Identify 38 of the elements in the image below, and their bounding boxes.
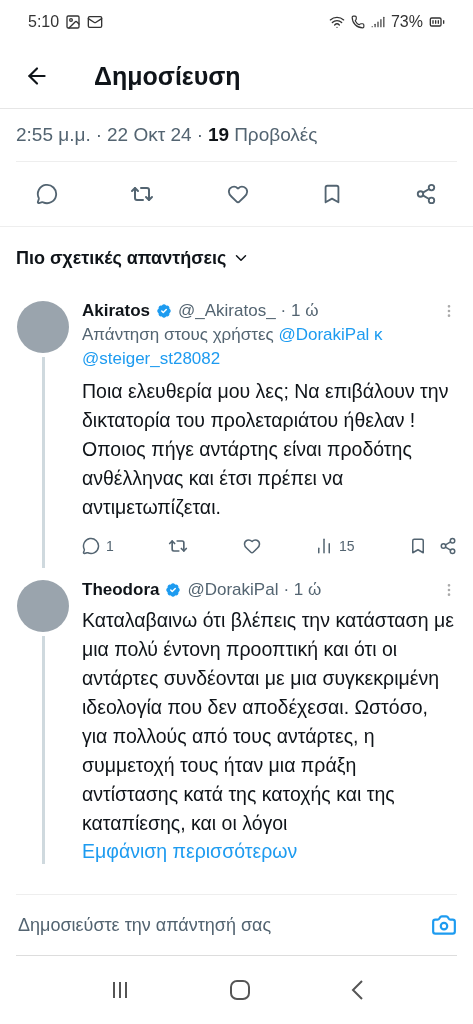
- post-text: Καταλαβαινω ότι βλέπεις την κατάσταση με μια πολύ έντονη προοπτική και ότι οι αντάρτες συνδέονται με μια συγκεκριμένη ιδεολογία που δεν αποδέχεσαι. Ωστόσο, για πολλούς από τους αντάρτες, η συμμετοχή τους ήταν μια πράξη αντίστασης κατά της κατοχής και της καταπίεσης, και οι λόγοι: [82, 608, 455, 836]
- post-time: 2:55 μ.μ.: [16, 124, 91, 146]
- separator-dot: ·: [95, 124, 103, 146]
- battery-icon: [429, 14, 445, 30]
- reply-icon[interactable]: [36, 183, 58, 205]
- reply-icon[interactable]: [82, 537, 100, 555]
- separator-dot: ·: [196, 124, 203, 146]
- post-age: · 1 ώ: [280, 301, 319, 321]
- bookmark-icon[interactable]: [409, 537, 427, 555]
- back-nav-icon[interactable]: [349, 979, 364, 1001]
- user-name[interactable]: Theodora: [82, 580, 160, 600]
- share-icon[interactable]: [439, 537, 457, 555]
- post-text: Ποια ελευθερία μου λες; Να επιβάλουν την δικτατορία του προλεταριάτου ήθελαν ! Οποιος πήγε αντάρτης είναι προδότης ανθέλληνας και έτσι πρέπει να αντιμετωπίζεται.: [82, 379, 450, 520]
- views-count: 15: [339, 538, 355, 554]
- signal-icon: [370, 15, 385, 29]
- replies-sort-heading[interactable]: Πιο σχετικές απαντήσεις: [16, 247, 227, 269]
- user-handle: @_Akiratos_: [178, 301, 276, 321]
- views-count: 19: [208, 124, 230, 146]
- user-name[interactable]: Akiratos: [82, 301, 151, 321]
- home-icon[interactable]: [228, 979, 251, 1001]
- wifi-icon: [328, 14, 345, 30]
- like-icon[interactable]: [242, 537, 261, 555]
- battery-percent: 73%: [390, 13, 423, 31]
- like-icon[interactable]: [226, 183, 249, 205]
- post-date: 22 Οκτ 24: [107, 124, 192, 146]
- views-label: Προβολές: [234, 124, 318, 146]
- mail-notification-icon: [87, 14, 104, 30]
- camera-icon[interactable]: [431, 912, 457, 938]
- page-title: Δημοσίευση: [94, 61, 241, 91]
- post-age: · 1 ώ: [283, 580, 322, 600]
- reply-count: 1: [106, 538, 114, 554]
- share-icon[interactable]: [415, 183, 437, 205]
- status-time: 5:10: [28, 13, 60, 31]
- user-handle: @DorakiPal: [187, 580, 279, 600]
- views-icon[interactable]: [315, 537, 333, 555]
- call-icon: [350, 15, 365, 29]
- reply-to-text: Απάντηση στους χρήστες @DorakiPal κ @steiger_st28082: [82, 324, 384, 370]
- gallery-notification-icon: [65, 14, 82, 30]
